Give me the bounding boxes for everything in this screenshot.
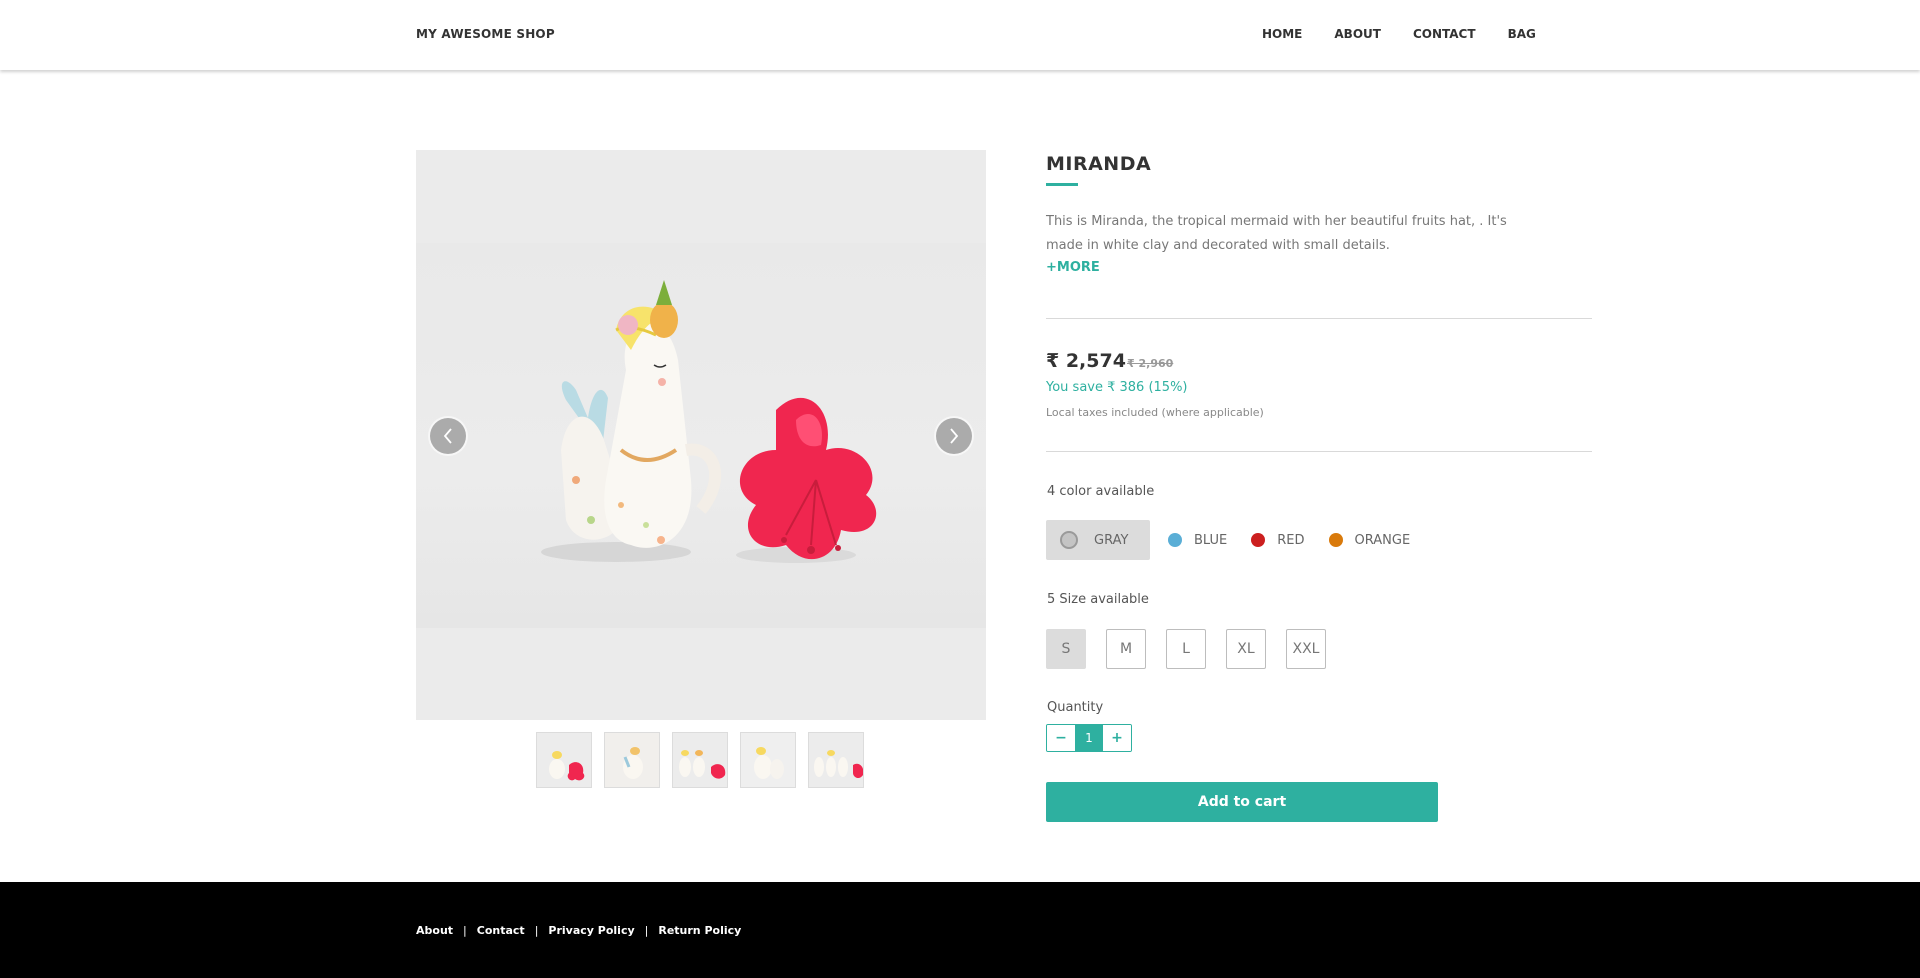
add-to-cart-button[interactable]: Add to cart <box>1046 782 1438 822</box>
quantity-increment-button[interactable]: + <box>1103 725 1131 751</box>
footer-separator: | <box>644 924 649 937</box>
color-swatch <box>1251 533 1266 547</box>
thumbnail-image <box>605 733 659 787</box>
footer-link-about[interactable]: About <box>416 924 453 937</box>
color-option-red[interactable]: RED <box>1239 520 1316 560</box>
footer-links: About | Contact | Privacy Policy | Retur… <box>416 924 741 937</box>
carousel-next-button[interactable] <box>934 416 974 456</box>
thumbnail-2[interactable] <box>604 732 660 788</box>
product-image-carousel <box>416 150 986 720</box>
color-name: BLUE <box>1194 532 1228 548</box>
site-footer: About | Contact | Privacy Policy | Retur… <box>0 882 1920 978</box>
product-description: This is Miranda, the tropical mermaid wi… <box>1046 214 1507 253</box>
thumbnail-image <box>673 733 727 787</box>
footer-separator: | <box>534 924 539 937</box>
color-option-blue[interactable]: BLUE <box>1156 520 1239 560</box>
color-name: ORANGE <box>1354 532 1411 548</box>
size-option-s[interactable]: S <box>1046 629 1086 669</box>
size-option-xxl[interactable]: XXL <box>1286 629 1326 669</box>
carousel-prev-button[interactable] <box>428 416 468 456</box>
color-name: GRAY <box>1094 532 1129 548</box>
thumbnail-image <box>537 733 591 787</box>
size-option-l[interactable]: L <box>1166 629 1206 669</box>
chevron-right-icon <box>950 428 959 444</box>
quantity-label: Quantity <box>1047 700 1104 715</box>
color-selector: GRAY BLUE RED ORANGE <box>1046 520 1422 560</box>
sizes-label: 5 Size available <box>1047 592 1149 607</box>
main-nav: HOME ABOUT CONTACT BAG <box>1262 27 1568 41</box>
thumbnail-3[interactable] <box>672 732 728 788</box>
savings-text: You save ₹ 386 (15%) <box>1046 380 1188 395</box>
color-option-orange[interactable]: ORANGE <box>1317 520 1423 560</box>
tax-note: Local taxes included (where applicable) <box>1046 406 1264 419</box>
footer-link-return-policy[interactable]: Return Policy <box>658 924 741 937</box>
nav-contact[interactable]: CONTACT <box>1413 27 1476 41</box>
original-price: ₹ 2,960 <box>1127 357 1174 370</box>
quantity-stepper: − + <box>1046 724 1132 752</box>
color-name: RED <box>1277 532 1305 548</box>
chevron-left-icon <box>443 428 452 444</box>
shop-brand[interactable]: MY AWESOME SHOP <box>416 27 555 41</box>
size-option-m[interactable]: M <box>1106 629 1146 669</box>
colors-label: 4 color available <box>1047 484 1155 499</box>
thumbnail-1[interactable] <box>536 732 592 788</box>
title-underline <box>1046 183 1078 186</box>
divider <box>1046 318 1592 319</box>
thumbnail-strip <box>536 732 864 788</box>
thumbnail-image <box>809 733 863 787</box>
size-selector: S M L XL XXL <box>1046 629 1326 669</box>
nav-about[interactable]: ABOUT <box>1334 27 1381 41</box>
site-header: MY AWESOME SHOP HOME ABOUT CONTACT BAG <box>0 0 1920 70</box>
product-title: MIRANDA <box>1046 153 1152 175</box>
nav-home[interactable]: HOME <box>1262 27 1302 41</box>
footer-link-privacy-policy[interactable]: Privacy Policy <box>548 924 634 937</box>
footer-link-contact[interactable]: Contact <box>477 924 525 937</box>
quantity-decrement-button[interactable]: − <box>1047 725 1075 751</box>
color-option-gray[interactable]: GRAY <box>1046 520 1150 560</box>
nav-bag[interactable]: BAG <box>1508 27 1536 41</box>
color-swatch <box>1168 533 1182 547</box>
size-option-xl[interactable]: XL <box>1226 629 1266 669</box>
color-swatch <box>1060 531 1078 549</box>
product-photo <box>541 280 877 563</box>
thumbnail-5[interactable] <box>808 732 864 788</box>
thumbnail-4[interactable] <box>740 732 796 788</box>
color-swatch <box>1328 533 1343 547</box>
current-price: ₹ 2,574 <box>1046 350 1126 372</box>
more-link[interactable]: +MORE <box>1046 260 1100 275</box>
thumbnail-image <box>741 733 795 787</box>
divider <box>1046 451 1592 452</box>
footer-separator: | <box>463 924 467 937</box>
quantity-input[interactable] <box>1075 725 1103 751</box>
